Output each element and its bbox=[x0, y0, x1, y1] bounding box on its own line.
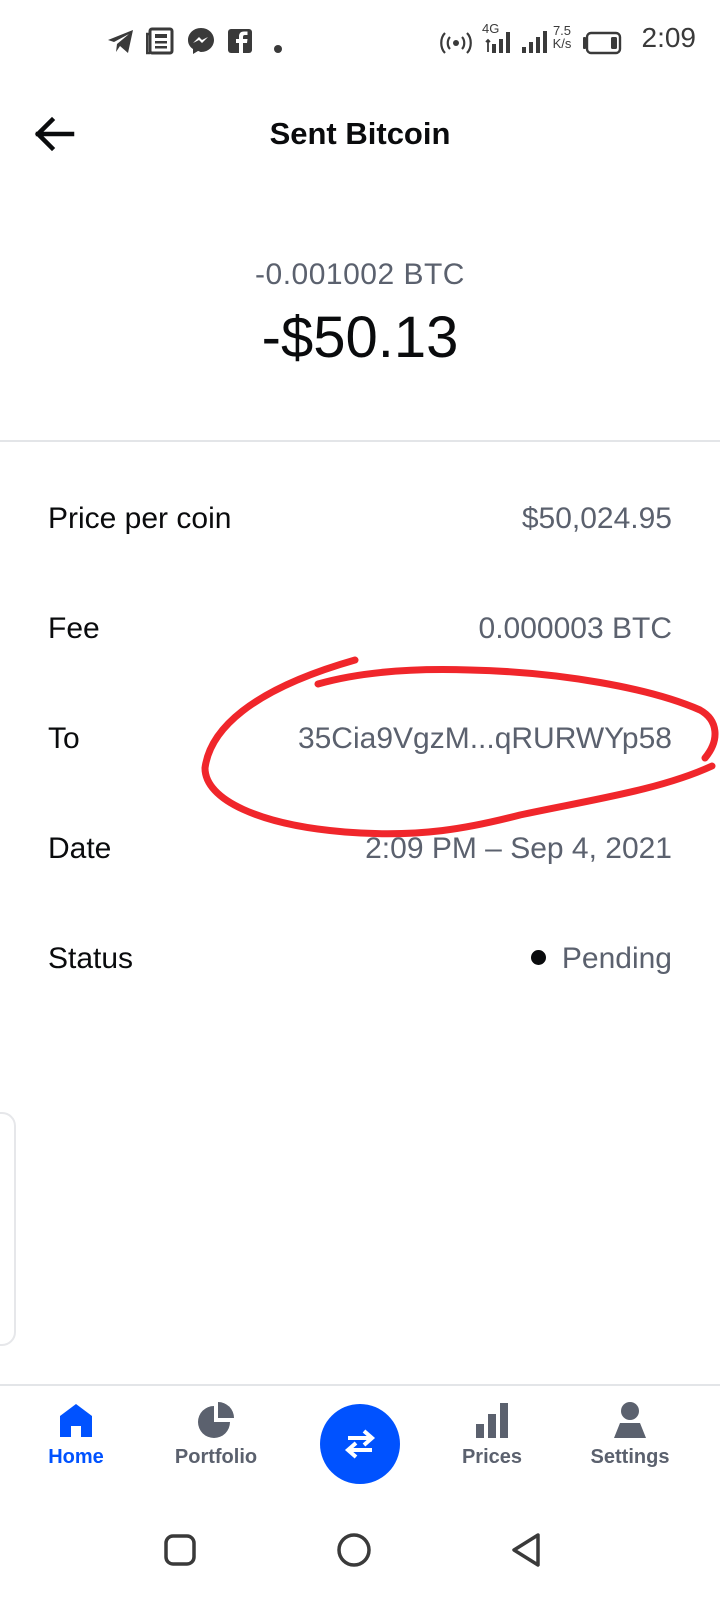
swap-arrows-icon bbox=[344, 1429, 376, 1459]
pie-chart-icon bbox=[198, 1402, 234, 1438]
home-circle-icon[interactable] bbox=[334, 1530, 374, 1570]
edge-panel-handle[interactable] bbox=[0, 1112, 16, 1346]
nav-settings-label: Settings bbox=[590, 1446, 670, 1468]
trade-button[interactable] bbox=[320, 1404, 400, 1484]
red-circle-annotation bbox=[201, 656, 719, 838]
home-icon bbox=[60, 1404, 92, 1437]
back-triangle-icon[interactable] bbox=[506, 1530, 546, 1570]
nav-portfolio[interactable]: Portfolio bbox=[146, 1400, 286, 1469]
nav-prices[interactable]: Prices bbox=[422, 1400, 562, 1469]
bottom-nav-divider bbox=[0, 1384, 720, 1386]
nav-settings[interactable]: Settings bbox=[560, 1400, 700, 1469]
nav-prices-label: Prices bbox=[461, 1446, 523, 1468]
nav-portfolio-label: Portfolio bbox=[174, 1446, 258, 1468]
nav-home[interactable]: Home bbox=[6, 1400, 146, 1469]
recents-square-icon[interactable] bbox=[160, 1530, 200, 1570]
bar-chart-icon bbox=[476, 1403, 508, 1438]
user-icon bbox=[614, 1402, 646, 1438]
nav-home-label: Home bbox=[48, 1446, 104, 1468]
